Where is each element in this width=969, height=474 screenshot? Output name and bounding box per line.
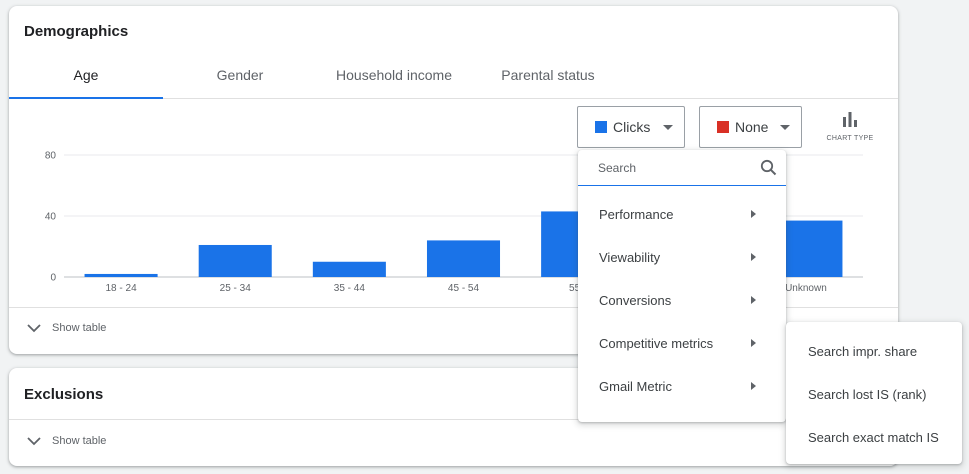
submenu-item-search-exact-match-is[interactable]: Search exact match IS [786, 417, 962, 457]
submenu-item-search-impr-share[interactable]: Search impr. share [786, 331, 962, 371]
menu-item-conversions[interactable]: Conversions [578, 280, 786, 320]
show-table-label: Show table [52, 322, 107, 334]
menu-item-label: Gmail Metric [599, 378, 672, 394]
active-tab-indicator [9, 97, 163, 99]
menu-item-gmail-metric[interactable]: Gmail Metric [578, 366, 786, 406]
x-tick-label: 35 - 44 [334, 283, 366, 294]
bar [84, 273, 158, 277]
search-icon[interactable] [760, 159, 777, 176]
tab-age[interactable]: Age [9, 67, 163, 83]
chart-type-button[interactable]: CHART TYPE [821, 110, 879, 150]
menu-search-box [578, 150, 786, 186]
x-tick-label: 45 - 54 [448, 283, 480, 294]
bar-chart-icon [843, 112, 857, 127]
tab-household-income[interactable]: Household income [317, 67, 471, 83]
secondary-metric-label: None [735, 119, 769, 135]
secondary-metric-color-swatch [717, 121, 729, 133]
x-tick-label: Unknown [785, 283, 827, 294]
y-tick-label: 40 [45, 212, 57, 223]
tab-parental-status[interactable]: Parental status [471, 67, 625, 83]
menu-item-performance[interactable]: Performance [578, 194, 786, 234]
menu-item-label: Competitive metrics [599, 335, 714, 351]
y-tick-label: 80 [45, 151, 57, 162]
exclusions-title: Exclusions [24, 386, 104, 403]
chart-type-label: CHART TYPE [826, 135, 874, 142]
metric-dropdown-menu: Performance Viewability Conversions Comp… [578, 150, 786, 422]
bar [426, 240, 501, 277]
bar [198, 244, 272, 277]
bar [312, 261, 386, 277]
secondary-metric-select[interactable]: None [699, 106, 802, 148]
arrow-right-icon [751, 253, 756, 261]
primary-metric-select[interactable]: Clicks [577, 106, 685, 148]
primary-metric-label: Clicks [613, 119, 651, 135]
chevron-down-icon [27, 436, 41, 445]
metric-search-input[interactable] [598, 159, 748, 177]
chevron-down-icon [27, 323, 41, 332]
menu-item-viewability[interactable]: Viewability [578, 237, 786, 277]
primary-metric-color-swatch [595, 121, 607, 133]
arrow-right-icon [751, 382, 756, 390]
menu-item-label: Viewability [599, 249, 661, 265]
y-tick-label: 0 [50, 273, 56, 284]
arrow-right-icon [751, 210, 756, 218]
menu-item-label: Performance [599, 206, 674, 222]
chevron-down-icon [663, 125, 673, 130]
demographics-title: Demographics [24, 23, 129, 40]
submenu-item-search-lost-is-rank[interactable]: Search lost IS (rank) [786, 374, 962, 414]
x-tick-label: 25 - 34 [220, 283, 252, 294]
competitive-metrics-submenu: Search impr. share Search lost IS (rank)… [786, 322, 962, 464]
exclusions-show-table-toggle[interactable]: Show table [27, 435, 106, 447]
x-tick-label: 18 - 24 [106, 283, 138, 294]
arrow-right-icon [751, 296, 756, 304]
menu-item-label: Conversions [599, 292, 672, 308]
show-table-toggle[interactable]: Show table [27, 322, 106, 334]
chevron-down-icon [780, 125, 790, 130]
menu-item-competitive-metrics[interactable]: Competitive metrics [578, 323, 786, 363]
tab-gender[interactable]: Gender [163, 67, 317, 83]
show-table-label: Show table [52, 435, 107, 447]
arrow-right-icon [751, 339, 756, 347]
